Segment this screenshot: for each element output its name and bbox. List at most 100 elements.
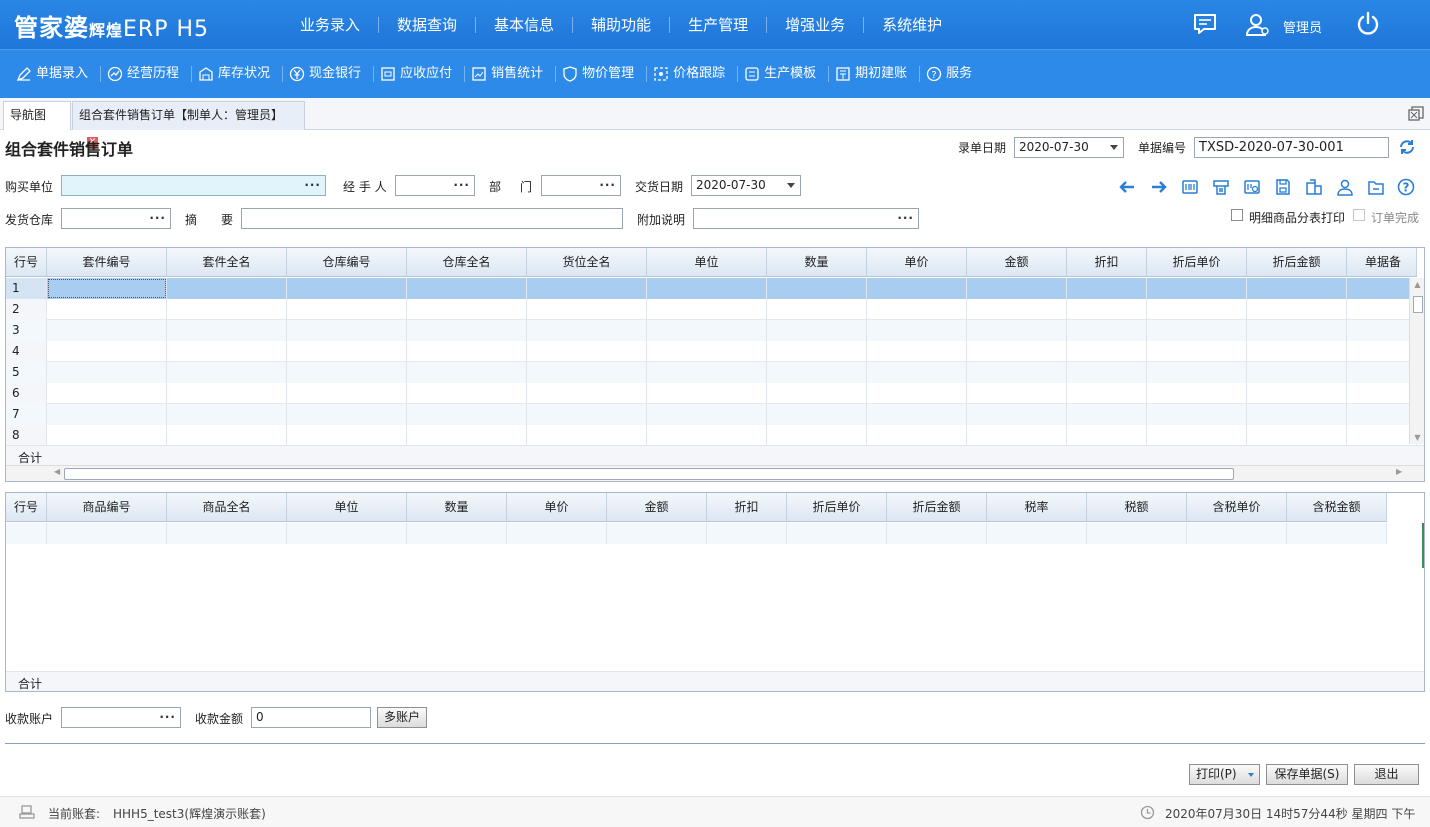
table-cell[interactable]: [1147, 320, 1247, 341]
table-cell[interactable]: [287, 362, 407, 383]
table-cell[interactable]: [967, 425, 1067, 446]
table-cell[interactable]: [407, 362, 527, 383]
table-cell[interactable]: [867, 341, 967, 362]
arrow-right-icon[interactable]: [1150, 178, 1168, 196]
nav-business-entry[interactable]: 业务录入: [282, 16, 380, 33]
table-row[interactable]: 6: [6, 383, 1417, 404]
table-cell[interactable]: [1147, 299, 1247, 320]
table-cell[interactable]: [1347, 299, 1417, 320]
entry-date-select[interactable]: 2020-07-30: [1014, 137, 1124, 158]
col-header[interactable]: 货位全名: [527, 248, 647, 276]
table-cell[interactable]: [867, 299, 967, 320]
doc-no-field[interactable]: TXSD-2020-07-30-001: [1194, 137, 1389, 158]
col-header[interactable]: 金额: [967, 248, 1067, 276]
table-cell[interactable]: [1147, 425, 1247, 446]
table-cell[interactable]: [1347, 278, 1417, 299]
col-header[interactable]: 金额: [607, 493, 707, 521]
table-cell[interactable]: [767, 362, 867, 383]
table-cell[interactable]: [167, 362, 287, 383]
delivery-date-select[interactable]: 2020-07-30: [691, 175, 801, 196]
table-cell[interactable]: [967, 299, 1067, 320]
table-cell[interactable]: [1247, 341, 1347, 362]
nav-basic-info[interactable]: 基本信息: [476, 16, 574, 33]
col-header[interactable]: 单位: [287, 493, 407, 521]
table-cell[interactable]: [1147, 383, 1247, 404]
table-cell[interactable]: [407, 299, 527, 320]
save-icon[interactable]: [1274, 178, 1292, 196]
printer-icon[interactable]: [1212, 178, 1230, 196]
table-cell[interactable]: [167, 320, 287, 341]
nav-aux-functions[interactable]: 辅助功能: [573, 16, 671, 33]
table-cell[interactable]: [287, 425, 407, 446]
quick-price-mgmt[interactable]: 物价管理: [556, 66, 648, 82]
horizontal-scrollbar[interactable]: ◀ ▶: [6, 465, 1424, 481]
col-header[interactable]: 数量: [407, 493, 507, 521]
buyer-field[interactable]: ···: [61, 175, 326, 196]
table-row[interactable]: 1: [6, 278, 1417, 299]
table-cell[interactable]: [527, 383, 647, 404]
table-cell[interactable]: [407, 320, 527, 341]
quick-history[interactable]: 经营历程: [101, 66, 193, 82]
more-icon[interactable]: ···: [453, 176, 470, 195]
table-cell[interactable]: [867, 362, 967, 383]
quick-opening[interactable]: 期初建账: [829, 66, 921, 82]
col-header[interactable]: 仓库编号: [287, 248, 407, 276]
quick-prod-template[interactable]: 生产模板: [738, 66, 830, 82]
table-cell[interactable]: [867, 383, 967, 404]
table-cell[interactable]: [287, 404, 407, 425]
col-header[interactable]: 商品全名: [167, 493, 287, 521]
summary-field[interactable]: [241, 208, 623, 229]
table-cell[interactable]: [967, 278, 1067, 299]
table-cell[interactable]: [1247, 383, 1347, 404]
col-header[interactable]: 含税单价: [1187, 493, 1287, 521]
table-cell[interactable]: [1347, 404, 1417, 425]
table-cell[interactable]: [527, 341, 647, 362]
table-row[interactable]: [6, 523, 1387, 544]
table-cell[interactable]: [47, 404, 167, 425]
table-cell[interactable]: [47, 299, 167, 320]
table-cell[interactable]: [867, 404, 967, 425]
table-cell[interactable]: [1347, 362, 1417, 383]
tab-combo-sales-order[interactable]: 组合套件销售订单【制单人：管理员】✕: [72, 101, 305, 148]
more-icon[interactable]: ···: [897, 209, 914, 228]
table-row[interactable]: 3: [6, 320, 1417, 341]
nav-data-query[interactable]: 数据查询: [379, 16, 477, 33]
table-cell[interactable]: [167, 425, 287, 446]
save-doc-button[interactable]: 保存单据(S): [1266, 764, 1348, 785]
col-header[interactable]: 数量: [767, 248, 867, 276]
table-cell[interactable]: [47, 425, 167, 446]
table-cell[interactable]: [287, 278, 407, 299]
table-cell[interactable]: [1147, 362, 1247, 383]
col-header[interactable]: 单价: [867, 248, 967, 276]
table-cell[interactable]: [47, 383, 167, 404]
table-cell[interactable]: [647, 320, 767, 341]
folder-icon[interactable]: [1367, 178, 1385, 196]
table-cell[interactable]: [407, 383, 527, 404]
print-button[interactable]: 打印(P): [1189, 764, 1260, 785]
restore-window-icon[interactable]: [1407, 105, 1425, 123]
table-row[interactable]: 8: [6, 425, 1417, 446]
col-header[interactable]: 行号: [6, 248, 47, 276]
table-cell[interactable]: [967, 341, 1067, 362]
order-done-checkbox[interactable]: [1353, 209, 1365, 221]
table-cell[interactable]: [287, 320, 407, 341]
table-cell[interactable]: [647, 362, 767, 383]
table-cell[interactable]: [767, 404, 867, 425]
table-cell[interactable]: [867, 425, 967, 446]
col-header[interactable]: 套件全名: [167, 248, 287, 276]
table-cell[interactable]: [527, 320, 647, 341]
person-icon[interactable]: [1336, 178, 1354, 196]
help-icon[interactable]: ?: [1397, 178, 1415, 196]
warehouse-field[interactable]: ···: [61, 208, 171, 229]
table-cell[interactable]: [1067, 404, 1147, 425]
table-row[interactable]: 2: [6, 299, 1417, 320]
more-icon[interactable]: ···: [149, 209, 166, 228]
table-cell[interactable]: [647, 341, 767, 362]
table-cell[interactable]: [767, 320, 867, 341]
table-cell[interactable]: [967, 383, 1067, 404]
table-cell[interactable]: [1247, 320, 1347, 341]
vertical-scrollbar[interactable]: ▲ ▼: [1409, 278, 1424, 444]
table-cell[interactable]: [767, 383, 867, 404]
quick-receivable[interactable]: 应收应付: [374, 66, 466, 82]
table-cell[interactable]: [407, 404, 527, 425]
